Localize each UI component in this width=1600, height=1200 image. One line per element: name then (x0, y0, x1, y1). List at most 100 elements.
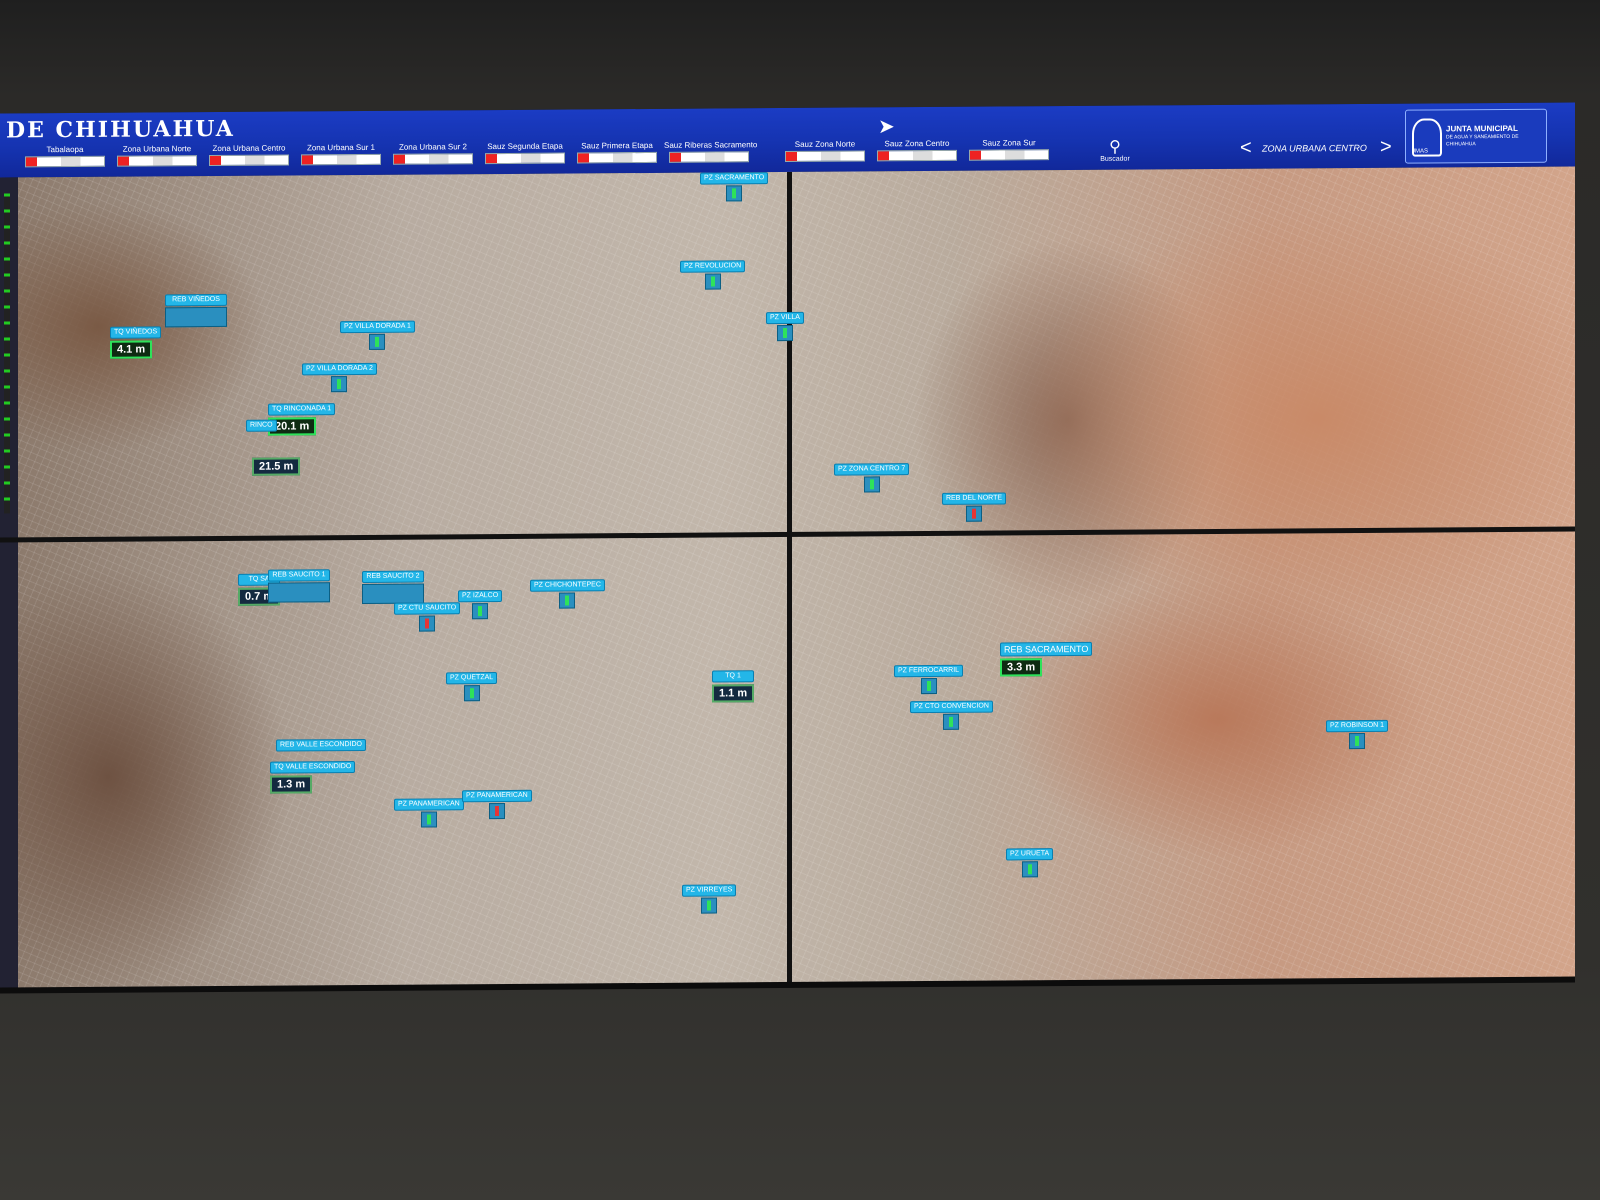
station-label: REB VALLE ESCONDIDO (276, 738, 366, 752)
station-tq-rinconada-1[interactable]: TQ RINCONADA 1 20.1 m (268, 403, 336, 436)
station-tq-1[interactable]: TQ 1 1.1 m (712, 670, 755, 703)
zone-tab-label: Sauz Zona Sur (982, 138, 1036, 148)
search-button[interactable]: ⚲ Buscador (1098, 138, 1132, 166)
tank-level-readout: 1.1 m (712, 684, 755, 703)
station-label: PZ FERROCARRIL (894, 664, 964, 678)
station-label: PZ PANAMERICAN (462, 789, 532, 803)
station-pz-revolucion[interactable]: PZ REVOLUCION (680, 260, 746, 290)
station-label: REB SAUCITO 1 (268, 569, 330, 582)
zone-tab-label: Sauz Zona Centro (884, 138, 950, 149)
station-pz-villa[interactable]: PZ VILLA (766, 311, 804, 342)
logo-text: JUNTA MUNICIPAL DE AGUA Y SANEAMIENTO DE… (1446, 124, 1544, 149)
well-pump-icon (559, 592, 576, 609)
zone-tab-urbana-norte[interactable]: Zona Urbana Norte (112, 144, 202, 171)
well-pump-icon (776, 324, 793, 342)
well-pump-icon (920, 677, 937, 695)
station-label: PZ VILLA (766, 311, 804, 325)
station-pz-villa-dorada-1[interactable]: PZ VILLA DORADA 1 (340, 320, 415, 351)
zone-status-strip (785, 150, 865, 163)
search-icon: ⚲ (1109, 138, 1121, 156)
station-pz-izalco[interactable]: PZ IZALCO (458, 589, 503, 620)
station-pz-urueta[interactable]: PZ URUETA (1006, 848, 1054, 878)
zone-tab-sauz-primera[interactable]: Sauz Primera Etapa (572, 141, 662, 168)
station-label: REB SAUCITO 2 (362, 570, 424, 583)
logo-subtitle: DE AGUA Y SANEAMIENTO DE CHIHUAHUA (1446, 133, 1519, 148)
station-label: PZ VIRREYES (682, 884, 737, 897)
station-reb-vinedos[interactable]: REB VIÑEDOS (165, 293, 227, 328)
zone-tab-urbana-centro[interactable]: Zona Urbana Centro (204, 143, 294, 170)
zone-tab-label: Zona Urbana Norte (122, 144, 192, 154)
station-label: REB SACRAMENTO (1000, 641, 1093, 657)
well-pump-icon (863, 476, 880, 493)
station-label: PZ URUETA (1006, 848, 1054, 861)
tank-level-readout: 21.5 m (252, 457, 301, 476)
station-tq-vinedos[interactable]: TQ VIÑEDOS 4.1 m (110, 326, 162, 359)
station-pz-ferrocarril[interactable]: PZ FERROCARRIL (894, 664, 964, 695)
zone-tab-sauz-centro[interactable]: Sauz Zona Centro (872, 139, 962, 166)
zone-status-strip (301, 153, 381, 166)
zone-tab-label: Sauz Primera Etapa (581, 140, 653, 151)
zone-tab-sauz-sur[interactable]: Sauz Zona Sur (964, 138, 1054, 165)
zone-tab-label: Tabalaopa (46, 144, 84, 155)
zone-tab-label: Zona Urbana Sur 2 (398, 142, 468, 152)
current-zone-label: ZONA URBANA CENTRO (1262, 142, 1367, 154)
station-label: REB DEL NORTE (942, 492, 1007, 505)
zone-tab-tabalaopa[interactable]: Tabalaopa (20, 145, 110, 172)
tank-level-readout: 4.1 m (110, 340, 153, 359)
station-reb-del-norte[interactable]: REB DEL NORTE (942, 492, 1007, 522)
zone-status-strip (969, 149, 1049, 161)
well-pump-icon (1349, 732, 1366, 750)
station-label: REB VIÑEDOS (165, 293, 227, 307)
station-rinco[interactable]: RINCO (246, 419, 277, 432)
station-reb-valle-escondido[interactable]: REB VALLE ESCONDIDO (276, 738, 366, 752)
station-pz-villa-dorada-2[interactable]: PZ VILLA DORADA 2 (302, 362, 377, 393)
station-pz-panamerican-1[interactable]: PZ PANAMERICAN (394, 798, 464, 828)
zone-tab-label: Sauz Riberas Sacramento (664, 140, 758, 150)
station-pz-virreyes[interactable]: PZ VIRREYES (682, 884, 737, 914)
zone-status-strip (577, 151, 657, 164)
well-pump-icon (1021, 861, 1038, 878)
logo-abbr: JMAS (1412, 148, 1429, 155)
station-rinco-level[interactable]: 21.5 m (252, 455, 301, 476)
station-label: TQ VIÑEDOS (110, 326, 162, 339)
next-zone-button[interactable]: > (1380, 136, 1392, 159)
mouse-cursor-icon: ➤ (878, 116, 895, 138)
station-label: TQ VALLE ESCONDIDO (270, 761, 356, 774)
zone-status-strip (25, 155, 105, 168)
well-pump-icon (704, 273, 721, 290)
station-pz-robinson-1[interactable]: PZ ROBINSON 1 (1326, 719, 1389, 750)
station-pz-quetzal[interactable]: PZ QUETZAL (446, 672, 498, 702)
zone-tab-urbana-sur-2[interactable]: Zona Urbana Sur 2 (388, 142, 478, 169)
logo-name: JUNTA MUNICIPAL (1446, 123, 1518, 134)
well-pump-icon (472, 603, 489, 620)
station-pz-sacramento[interactable]: PZ SACRAMENTO (700, 172, 769, 202)
station-label: PZ SACRAMENTO (700, 172, 769, 185)
zone-tabs: Tabalaopa Zona Urbana Norte Zona Urbana … (0, 138, 1050, 171)
zone-tab-sauz-riberas[interactable]: Sauz Riberas Sacramento (664, 140, 758, 167)
zone-tab-label: Sauz Segunda Etapa (487, 141, 563, 152)
zone-status-strip (209, 154, 289, 167)
station-label: PZ REVOLUCION (680, 260, 746, 273)
station-pz-ctu-saucito[interactable]: PZ CTU SAUCITO (394, 602, 461, 632)
station-pz-panamerican-2[interactable]: PZ PANAMERICAN (462, 789, 532, 820)
station-reb-saucito-2[interactable]: REB SAUCITO 2 (362, 570, 424, 604)
zone-tab-sauz-norte[interactable]: Sauz Zona Norte (780, 139, 870, 166)
zone-tab-label: Zona Urbana Sur 1 (306, 142, 376, 153)
search-label: Buscador (1100, 155, 1130, 163)
zone-status-strip (393, 153, 473, 165)
station-label: PZ ZONA CENTRO 7 (834, 463, 910, 476)
station-label: TQ 1 (712, 670, 755, 683)
well-pump-icon (369, 333, 386, 350)
station-label: PZ ROBINSON 1 (1326, 719, 1389, 733)
station-reb-saucito-1[interactable]: REB SAUCITO 1 (268, 569, 330, 603)
left-status-rail (0, 177, 18, 988)
zone-tab-urbana-sur-1[interactable]: Zona Urbana Sur 1 (296, 143, 386, 170)
station-reb-sacramento[interactable]: REB SACRAMENTO 3.3 m (1000, 641, 1093, 677)
station-pz-cto-convencion[interactable]: PZ CTO CONVENCION (910, 700, 993, 731)
station-tq-valle-escondido[interactable]: TQ VALLE ESCONDIDO 1.3 m (270, 761, 356, 794)
station-pz-zona-centro-7[interactable]: PZ ZONA CENTRO 7 (834, 463, 910, 493)
station-pz-chichontepec[interactable]: PZ CHICHONTEPEC (530, 579, 605, 609)
zone-tab-sauz-segunda[interactable]: Sauz Segunda Etapa (480, 142, 570, 169)
pump-bank-icon (165, 306, 227, 328)
prev-zone-button[interactable]: < (1240, 137, 1252, 160)
